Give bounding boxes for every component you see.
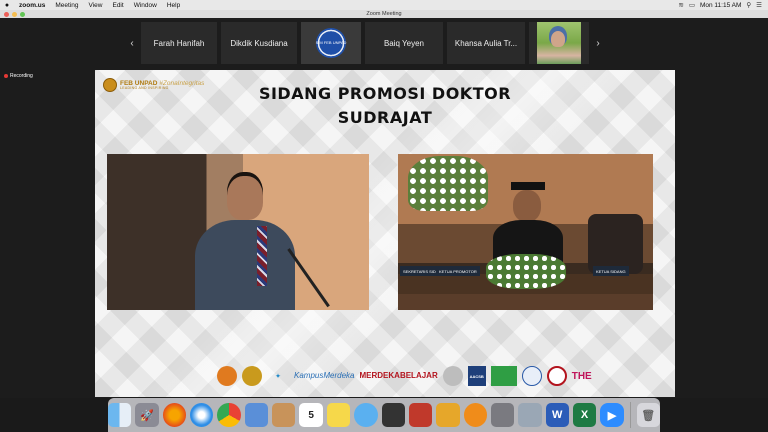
- word-icon[interactable]: W: [545, 403, 569, 427]
- participant-tile[interactable]: [529, 22, 589, 64]
- excel-icon[interactable]: X: [572, 403, 597, 427]
- slide-subtitle: SUDRAJAT: [337, 108, 433, 127]
- finder-icon[interactable]: [108, 403, 132, 427]
- recording-indicator[interactable]: Recording: [4, 73, 33, 79]
- zoom-meeting-window: Zoom Meeting ‹ Farah Hanifah Dikdik Kusd…: [0, 10, 768, 398]
- desk-flowers: [486, 254, 566, 289]
- safari-icon[interactable]: [190, 403, 214, 427]
- wifi-icon[interactable]: ≋: [678, 1, 683, 9]
- nameplate-promotor: KETUA PROMOTOR: [436, 266, 480, 276]
- campus-line2: Merdeka: [323, 371, 355, 381]
- slide-title: SIDANG PROMOSI DOKTOR: [258, 84, 512, 103]
- notes-icon[interactable]: [326, 403, 351, 427]
- participant-tile[interactable]: SIM FEB UNPAD: [301, 22, 361, 64]
- dock-separator: [629, 402, 631, 428]
- macos-dock: 🚀 5 W X ▶ 🗑: [108, 398, 660, 432]
- preview-icon[interactable]: [244, 403, 269, 427]
- photo-booth-icon[interactable]: [381, 403, 405, 427]
- zoom-icon[interactable]: ▶: [600, 403, 624, 427]
- menu-view[interactable]: View: [84, 2, 108, 9]
- candidate-video: [107, 154, 369, 310]
- contacts-icon[interactable]: [272, 403, 296, 427]
- candidate-figure: [195, 176, 295, 310]
- sim-feb-unpad-badge-icon: SIM FEB UNPAD: [316, 28, 346, 58]
- participant-name: Baiq Yeyen: [383, 38, 425, 48]
- flower-arrangement: [408, 156, 488, 211]
- sponsor-logo-1-icon: [217, 366, 237, 386]
- prev-participants-icon[interactable]: ‹: [125, 38, 139, 49]
- photos-icon[interactable]: [408, 403, 433, 427]
- participant-tile[interactable]: Dikdik Kusdiana: [221, 22, 297, 64]
- calendar-icon[interactable]: 5: [299, 403, 323, 427]
- participant-tile[interactable]: Baiq Yeyen: [365, 22, 443, 64]
- aacsb-logo: AACSB: [467, 366, 486, 386]
- participant-name: Dikdik Kusdiana: [230, 38, 288, 48]
- window-titlebar[interactable]: Zoom Meeting: [0, 10, 768, 18]
- firefox-icon[interactable]: [162, 403, 187, 427]
- participant-name: Khansa Aulia Tr...: [454, 38, 518, 48]
- sponsor-logo-9-icon: [521, 366, 542, 386]
- books-icon[interactable]: [463, 403, 487, 427]
- sponsor-logos: ✦ Kampus Merdeka MERDEKA BELAJAR AACSB THE: [217, 366, 592, 386]
- merdeka-line2: BELAJAR: [399, 371, 438, 381]
- macos-menu-bar: ● zoom.us Meeting View Edit Window Help …: [0, 0, 768, 10]
- spotlight-search-icon[interactable]: ⚲: [746, 1, 751, 9]
- promotor-figure: [493, 182, 563, 265]
- messages-icon[interactable]: [354, 403, 378, 427]
- the-logo: THE: [571, 370, 592, 382]
- sponsor-logo-10-icon: [546, 366, 567, 386]
- trash-icon[interactable]: 🗑: [636, 403, 660, 427]
- menu-window[interactable]: Window: [129, 2, 162, 9]
- participant-strip: ‹ Farah Hanifah Dikdik Kusdiana SIM FEB …: [125, 22, 645, 64]
- chrome-icon[interactable]: [217, 403, 241, 427]
- sponsor-logo-8-icon: [490, 366, 517, 386]
- recording-label: Recording: [10, 73, 33, 79]
- menu-app-name[interactable]: zoom.us: [14, 2, 50, 9]
- merdeka-belajar-logo: MERDEKA BELAJAR: [359, 366, 437, 386]
- launchpad-icon[interactable]: 🚀: [135, 403, 159, 427]
- participant-name: Farah Hanifah: [153, 38, 205, 48]
- sponsor-logo-2-icon: [242, 366, 262, 386]
- image-capture-icon[interactable]: [490, 403, 515, 427]
- kampus-merdeka-logo: Kampus Merdeka: [294, 366, 354, 386]
- apple-menu-icon[interactable]: ●: [0, 2, 14, 9]
- merdeka-line1: MERDEKA: [359, 371, 400, 381]
- shared-screen: FEB UNPAD #ZonaIntegritas LEADING AND IN…: [95, 70, 675, 397]
- pages-icon[interactable]: [436, 403, 460, 427]
- menu-help[interactable]: Help: [162, 2, 185, 9]
- battery-icon[interactable]: ▭: [689, 1, 695, 9]
- committee-video: SEKRETARIS SIDANG KETUA PROMOTOR KETUA S…: [398, 154, 653, 310]
- sponsor-logo-6-icon: [442, 366, 463, 386]
- next-participants-icon[interactable]: ›: [591, 38, 605, 49]
- sponsor-logo-3-icon: ✦: [275, 373, 281, 380]
- participant-tile[interactable]: Farah Hanifah: [141, 22, 217, 64]
- participant-tile[interactable]: Khansa Aulia Tr...: [447, 22, 525, 64]
- window-title: Zoom Meeting: [366, 11, 402, 17]
- chair: [588, 214, 643, 274]
- menu-edit[interactable]: Edit: [107, 2, 128, 9]
- menu-clock[interactable]: Mon 11:15 AM: [700, 2, 741, 9]
- record-dot-icon: [4, 74, 8, 78]
- participant-photo: [537, 22, 581, 64]
- nameplate-chair: KETUA SIDANG: [593, 266, 629, 276]
- menu-bar-tray: ≋ ▭ Mon 11:15 AM ⚲ ☰: [678, 1, 768, 10]
- desk-front: [398, 294, 653, 310]
- screenshot-icon[interactable]: [518, 403, 542, 427]
- control-center-icon[interactable]: ☰: [756, 1, 762, 9]
- campus-line1: Kampus: [294, 371, 324, 381]
- menu-meeting[interactable]: Meeting: [50, 2, 83, 9]
